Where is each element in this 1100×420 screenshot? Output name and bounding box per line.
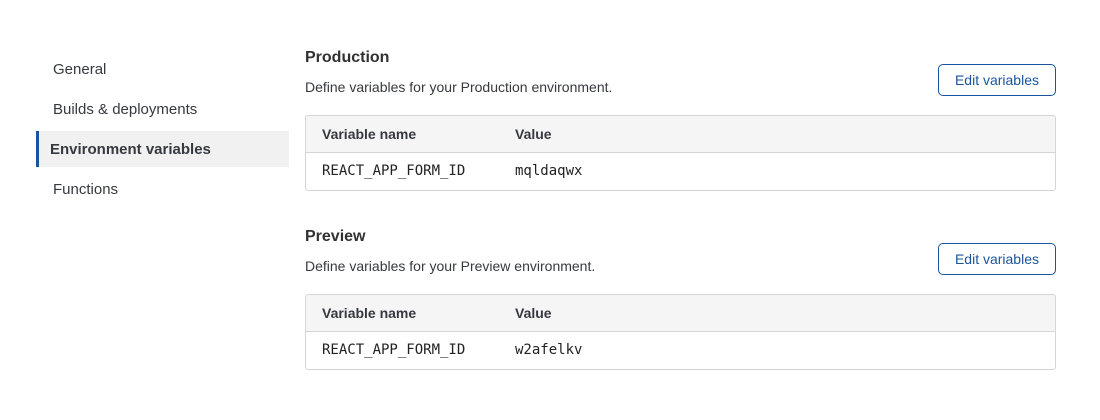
variable-name-cell: REACT_APP_FORM_ID: [306, 152, 499, 190]
column-header-value: Value: [499, 116, 1055, 152]
column-header-value: Value: [499, 295, 1055, 331]
settings-content: Production Define variables for your Pro…: [305, 50, 1056, 408]
variable-value-cell: w2afelkv: [499, 331, 1055, 369]
sidebar-item-environment-variables[interactable]: Environment variables: [36, 131, 289, 167]
project-settings-page: General Builds & deployments Environment…: [0, 0, 1100, 420]
table-row: REACT_APP_FORM_ID w2afelkv: [306, 331, 1055, 369]
column-header-variable-name: Variable name: [306, 295, 499, 331]
sidebar-item-builds-deployments[interactable]: Builds & deployments: [36, 89, 289, 129]
sidebar-item-functions[interactable]: Functions: [36, 169, 289, 209]
production-variables-section: Production Define variables for your Pro…: [305, 50, 1056, 191]
table-row: REACT_APP_FORM_ID mqldaqwx: [306, 152, 1055, 190]
preview-variables-table: Variable name Value REACT_APP_FORM_ID w2…: [305, 294, 1056, 370]
column-header-variable-name: Variable name: [306, 116, 499, 152]
production-variables-table: Variable name Value REACT_APP_FORM_ID mq…: [305, 115, 1056, 191]
table-header-row: Variable name Value: [306, 295, 1055, 331]
table-header-row: Variable name Value: [306, 116, 1055, 152]
preview-variables-section: Preview Define variables for your Previe…: [305, 229, 1056, 370]
sidebar-item-general[interactable]: General: [36, 49, 289, 89]
variable-name-cell: REACT_APP_FORM_ID: [306, 331, 499, 369]
settings-sidebar: General Builds & deployments Environment…: [36, 49, 289, 209]
edit-variables-button-preview[interactable]: Edit variables: [938, 243, 1056, 275]
edit-variables-button-production[interactable]: Edit variables: [938, 64, 1056, 96]
variable-value-cell: mqldaqwx: [499, 152, 1055, 190]
